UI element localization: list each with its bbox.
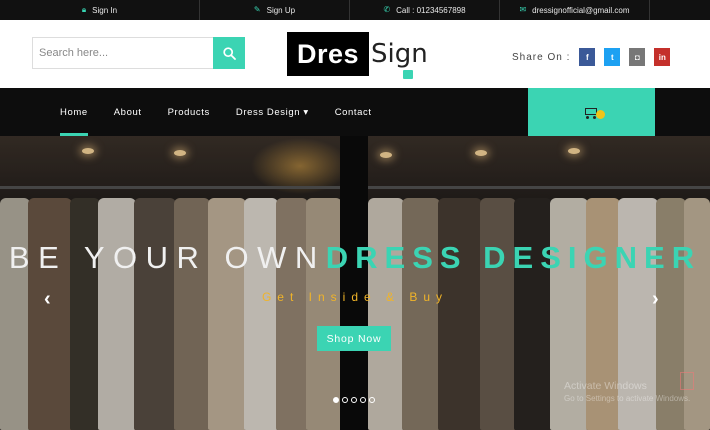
slide-indicators bbox=[333, 397, 375, 403]
linkedin-icon[interactable]: in bbox=[654, 48, 671, 66]
nav-item-contact[interactable]: Contact bbox=[335, 88, 372, 136]
slide-dot[interactable] bbox=[351, 397, 357, 403]
search-button[interactable] bbox=[213, 37, 245, 69]
lock-icon: 🔒︎ bbox=[81, 5, 87, 14]
hero-headline: BE YOUR OWNDRESS DESIGNER bbox=[0, 240, 710, 276]
headline-accent: DRESS DESIGNER bbox=[325, 240, 702, 275]
top-bar: 🔒︎ Sign In ✎ Sign Up ✆ Call : 0123456789… bbox=[0, 0, 710, 20]
nav-item-home[interactable]: Home bbox=[60, 88, 88, 136]
share-section: Share On : f t ◘ in bbox=[512, 48, 679, 66]
edit-icon: ✎ bbox=[253, 5, 261, 14]
share-label: Share On : bbox=[512, 51, 571, 63]
header: Dres Sign Share On : f t ◘ in bbox=[0, 20, 710, 88]
activate-windows-watermark: Activate Windows Go to Settings to activ… bbox=[564, 380, 690, 403]
mail-icon: ✉ bbox=[519, 5, 527, 14]
instagram-icon[interactable]: ◘ bbox=[629, 48, 646, 66]
logo-light-text: Sign bbox=[371, 39, 428, 69]
search-box bbox=[32, 37, 245, 69]
call-label: Call : 01234567898 bbox=[396, 5, 466, 15]
headline-light: BE YOUR OWN bbox=[8, 240, 326, 275]
cart-icon bbox=[584, 106, 605, 119]
facebook-icon[interactable]: f bbox=[579, 48, 596, 66]
sign-in-label: Sign In bbox=[92, 5, 118, 15]
sign-in-link[interactable]: 🔒︎ Sign In bbox=[0, 0, 200, 20]
site-logo[interactable]: Dres Sign bbox=[287, 32, 428, 82]
slide-dot[interactable] bbox=[369, 397, 375, 403]
slide-dot[interactable] bbox=[360, 397, 366, 403]
call-link[interactable]: ✆ Call : 01234567898 bbox=[350, 0, 500, 20]
search-input[interactable] bbox=[32, 37, 213, 69]
prev-slide-icon[interactable]: ‹ bbox=[44, 288, 51, 311]
shop-now-button[interactable]: Shop Now bbox=[317, 326, 391, 351]
email-label: dressignofficial@gmail.com bbox=[532, 5, 630, 15]
sign-up-link[interactable]: ✎ Sign Up bbox=[200, 0, 350, 20]
twitter-icon[interactable]: t bbox=[604, 48, 621, 66]
nav-menu: Home About Products Dress Design ▾ Conta… bbox=[60, 88, 398, 136]
slide-dot[interactable] bbox=[333, 397, 339, 403]
hero-tagline: Get Inside & Buy bbox=[261, 290, 449, 304]
slide-dot[interactable] bbox=[342, 397, 348, 403]
nav-item-products[interactable]: Products bbox=[168, 88, 210, 136]
sign-up-label: Sign Up bbox=[266, 5, 296, 15]
nav-item-dress-design[interactable]: Dress Design ▾ bbox=[236, 88, 309, 136]
shopping-bag-icon bbox=[403, 70, 413, 79]
phone-icon: ✆ bbox=[383, 5, 391, 14]
watermark-title: Activate Windows bbox=[564, 380, 647, 392]
search-icon bbox=[222, 46, 236, 60]
logo-dark-part: Dres bbox=[287, 32, 369, 76]
cart-button[interactable] bbox=[528, 88, 655, 136]
next-slide-icon[interactable]: › bbox=[652, 288, 659, 311]
watermark-subtitle: Go to Settings to activate Windows. bbox=[564, 394, 691, 403]
email-link[interactable]: ✉ dressignofficial@gmail.com bbox=[500, 0, 650, 20]
logo-light-part: Sign bbox=[369, 32, 428, 79]
main-nav: Home About Products Dress Design ▾ Conta… bbox=[0, 88, 710, 136]
hero-slider: BE YOUR OWNDRESS DESIGNER Get Inside & B… bbox=[0, 136, 710, 430]
scroll-top-icon[interactable] bbox=[680, 372, 694, 390]
nav-item-about[interactable]: About bbox=[114, 88, 142, 136]
